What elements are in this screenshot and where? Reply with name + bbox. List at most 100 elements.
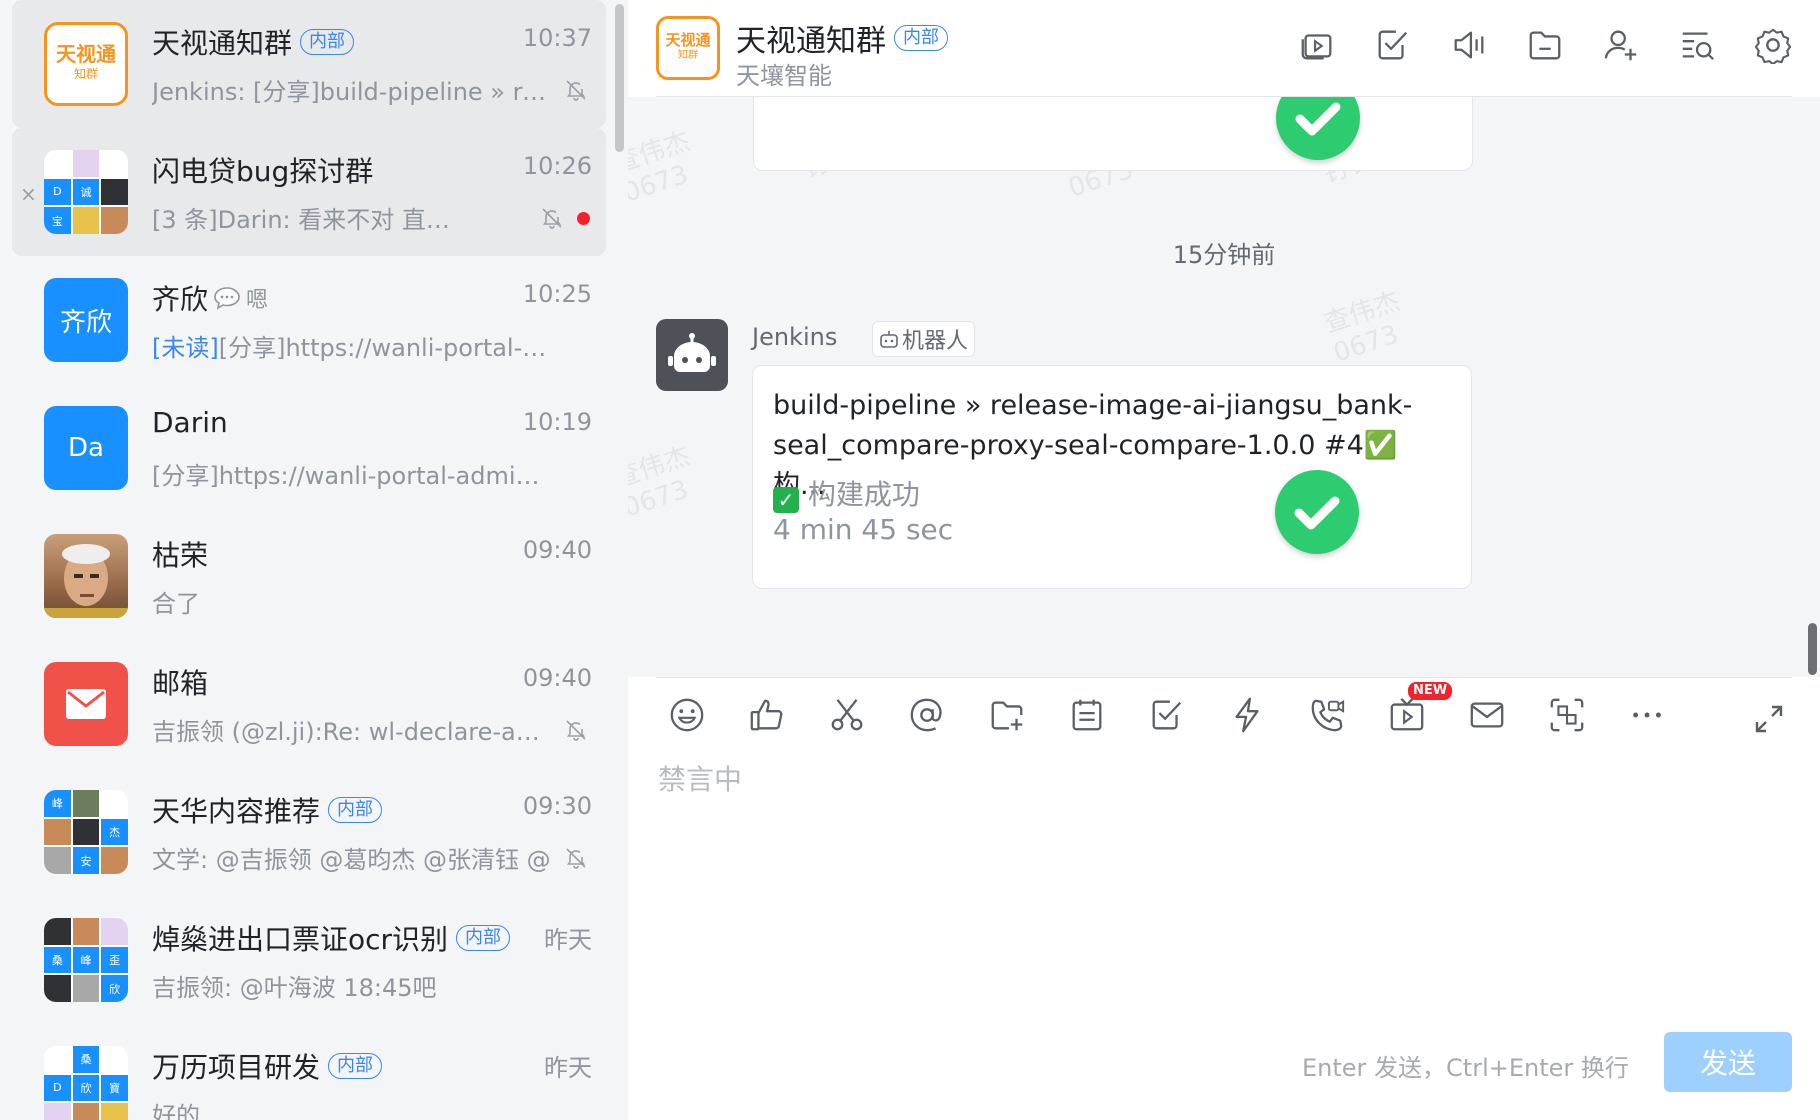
scissors-icon[interactable] <box>828 696 866 734</box>
conversation-list: 天视通 知群 天视通知群 内部 10:37 Jenkins: [分享]build-… <box>0 0 628 1120</box>
folder-add-icon[interactable] <box>988 696 1026 734</box>
lightning-icon[interactable] <box>1228 696 1266 734</box>
announcement-icon[interactable] <box>1450 26 1488 64</box>
task-check-icon[interactable] <box>1374 26 1412 64</box>
conversation-item[interactable]: 枯荣 09:40 合了 <box>12 512 606 640</box>
logo-subtext: 知群 <box>73 67 98 82</box>
sender-name[interactable]: Jenkins <box>752 323 837 351</box>
preview-text: [分享]https://wanli-portal-admin-inner <box>218 334 552 362</box>
robot-small-icon <box>880 331 898 348</box>
conversation-name: 齐欣 嗯 <box>152 278 268 318</box>
list-scrollbar[interactable] <box>615 4 624 152</box>
avatar-cell <box>44 818 71 846</box>
conversation-preview: [3 条]Darin: 看来不对 直接除 <box>152 206 472 234</box>
internal-tag: 内部 <box>328 797 383 823</box>
avatar-cell <box>101 847 128 874</box>
avatar-cell: 峰 <box>72 946 100 974</box>
conversation-name: 邮箱 <box>152 667 209 700</box>
avatar-cell: 安 <box>72 847 100 874</box>
group-avatar[interactable]: 天视通 知群 <box>656 16 720 80</box>
conversation-name-text: 万历项目研发 <box>152 1051 321 1084</box>
new-badge: NEW <box>1408 682 1453 700</box>
avatar-cell: 欣 <box>72 1074 100 1102</box>
jenkins-message-card[interactable]: build-pipeline » release-image-ai-jiangs… <box>752 365 1472 589</box>
task-icon[interactable] <box>1148 696 1186 734</box>
logo-subtext: 知群 <box>678 50 698 62</box>
conversation-item[interactable]: 天视通 知群 天视通知群 内部 10:37 Jenkins: [分享]build-… <box>12 0 606 128</box>
avatar-cell: 桑 <box>72 1046 100 1073</box>
muted-status: 禁言中 <box>658 763 743 796</box>
folder-icon[interactable] <box>1526 26 1564 64</box>
conversation-item[interactable]: 桑 峰 歪 欣 焯燊进出口票证ocr识别 内部 昨天 吉振领: @叶海波 18:4… <box>12 896 606 1024</box>
screen-share-icon[interactable] <box>1298 26 1336 64</box>
mute-bell-icon <box>542 208 562 229</box>
mail-icon[interactable] <box>1468 696 1506 734</box>
avatar-cell <box>44 975 71 1002</box>
envelope-icon <box>66 689 106 719</box>
phone-video-icon[interactable] <box>1308 696 1346 734</box>
search-history-icon[interactable] <box>1678 26 1716 64</box>
conversation-time: 10:37 <box>522 24 592 52</box>
avatar-cell <box>101 918 128 945</box>
chat-panel: 天视通 知群 天视通知群内部 天壤智能 查伟杰0673 钉钉 查伟杰0673 钉… <box>628 0 1820 1120</box>
logo-text: 天视通 <box>665 30 711 49</box>
conversation-item[interactable]: 桑 D 欣 寶 万历项目研发 内部 昨天 好的 <box>12 1024 606 1120</box>
conversation-preview: 好的 <box>152 1102 200 1120</box>
conversation-preview: [分享]https://wanli-portal-admin-inner <box>152 462 552 490</box>
conversation-name: 万历项目研发 内部 <box>152 1046 383 1086</box>
avatar-cell <box>72 207 100 234</box>
emoji-icon[interactable] <box>668 696 706 734</box>
conversation-item[interactable]: × D 诚 宝 闪电贷bug探讨群 10:26 [3 条]Darin: 看来不对… <box>12 128 606 256</box>
avatar-cell: 峰 <box>44 790 71 817</box>
avatar-cell: 歪 <box>101 946 128 974</box>
avatar-cell <box>101 1103 128 1120</box>
avatar-cell <box>72 790 100 817</box>
avatar-cell <box>101 790 128 817</box>
conversation-item[interactable]: 峰 杰 安 天华内容推荐 内部 09:30 文学: @吉振领 @葛昀杰 @张清钰 … <box>12 768 606 896</box>
avatar-cell <box>44 1046 71 1073</box>
more-icon[interactable] <box>1628 696 1666 734</box>
mention-icon[interactable] <box>908 696 946 734</box>
conversation-preview: Jenkins: [分享]build-pipeline » release-im… <box>152 78 552 106</box>
group-avatar: D 诚 宝 <box>44 150 128 234</box>
watermark: 查伟杰0673 <box>628 441 694 524</box>
avatar-cell <box>101 1046 128 1073</box>
conversation-preview: 文学: @吉振领 @葛昀杰 @张清钰 @ <box>152 846 551 874</box>
expand-icon[interactable] <box>1754 704 1784 734</box>
conversation-name-text: 齐欣 <box>152 283 209 316</box>
send-hint: Enter 发送，Ctrl+Enter 换行 <box>1302 1054 1629 1082</box>
settings-icon[interactable] <box>1754 26 1792 64</box>
check-box-icon: ✓ <box>773 487 799 513</box>
notepad-icon[interactable] <box>1068 696 1106 734</box>
watermark: 查伟杰0673 <box>1320 286 1404 369</box>
bot-avatar[interactable] <box>656 319 728 391</box>
build-status-text: 构建成功 <box>807 478 920 511</box>
screenshot-icon[interactable] <box>1548 696 1586 734</box>
message-card[interactable] <box>753 97 1473 171</box>
add-member-icon[interactable] <box>1602 26 1640 64</box>
thumbs-up-icon[interactable] <box>748 696 786 734</box>
conversation-item[interactable]: 邮箱 09:40 吉振领 (@zl.ji):Re: wl-declare-adm… <box>12 640 606 768</box>
close-icon[interactable]: × <box>20 184 37 204</box>
conversation-item[interactable]: Da Darin 10:19 [分享]https://wanli-portal-… <box>12 384 606 512</box>
conversation-time: 10:25 <box>522 280 592 308</box>
live-button[interactable]: NEW <box>1388 682 1453 734</box>
avatar-cell: D <box>44 1074 71 1102</box>
conversation-preview: 吉振领: @叶海波 18:45吧 <box>152 974 437 1002</box>
avatar-cell: 宝 <box>44 207 71 234</box>
conversation-item[interactable]: 齐欣 齐欣 嗯 10:25 [未读][分享]https://wanli-port… <box>12 256 606 384</box>
unread-label: [未读] <box>152 334 219 362</box>
message-area: 查伟杰0673 钉钉 查伟杰0673 钉钉 查伟杰0673 查伟杰0673 钉钉… <box>628 97 1820 677</box>
internal-tag: 内部 <box>328 1053 383 1079</box>
mute-bell-icon <box>566 848 586 869</box>
live-icon <box>1390 698 1424 731</box>
chat-title[interactable]: 天视通知群 内部 <box>736 16 948 60</box>
message-scrollbar[interactable] <box>1808 623 1817 675</box>
mail-avatar <box>44 662 128 746</box>
send-button[interactable]: 发送 <box>1664 1032 1792 1092</box>
bot-tag: 机器人 <box>872 321 976 357</box>
conversation-time: 09:40 <box>522 664 592 692</box>
internal-tag: 内部 <box>300 29 355 55</box>
group-avatar: 桑 D 欣 寶 <box>44 1046 128 1120</box>
conversation-name-text: 天华内容推荐 <box>152 795 321 828</box>
